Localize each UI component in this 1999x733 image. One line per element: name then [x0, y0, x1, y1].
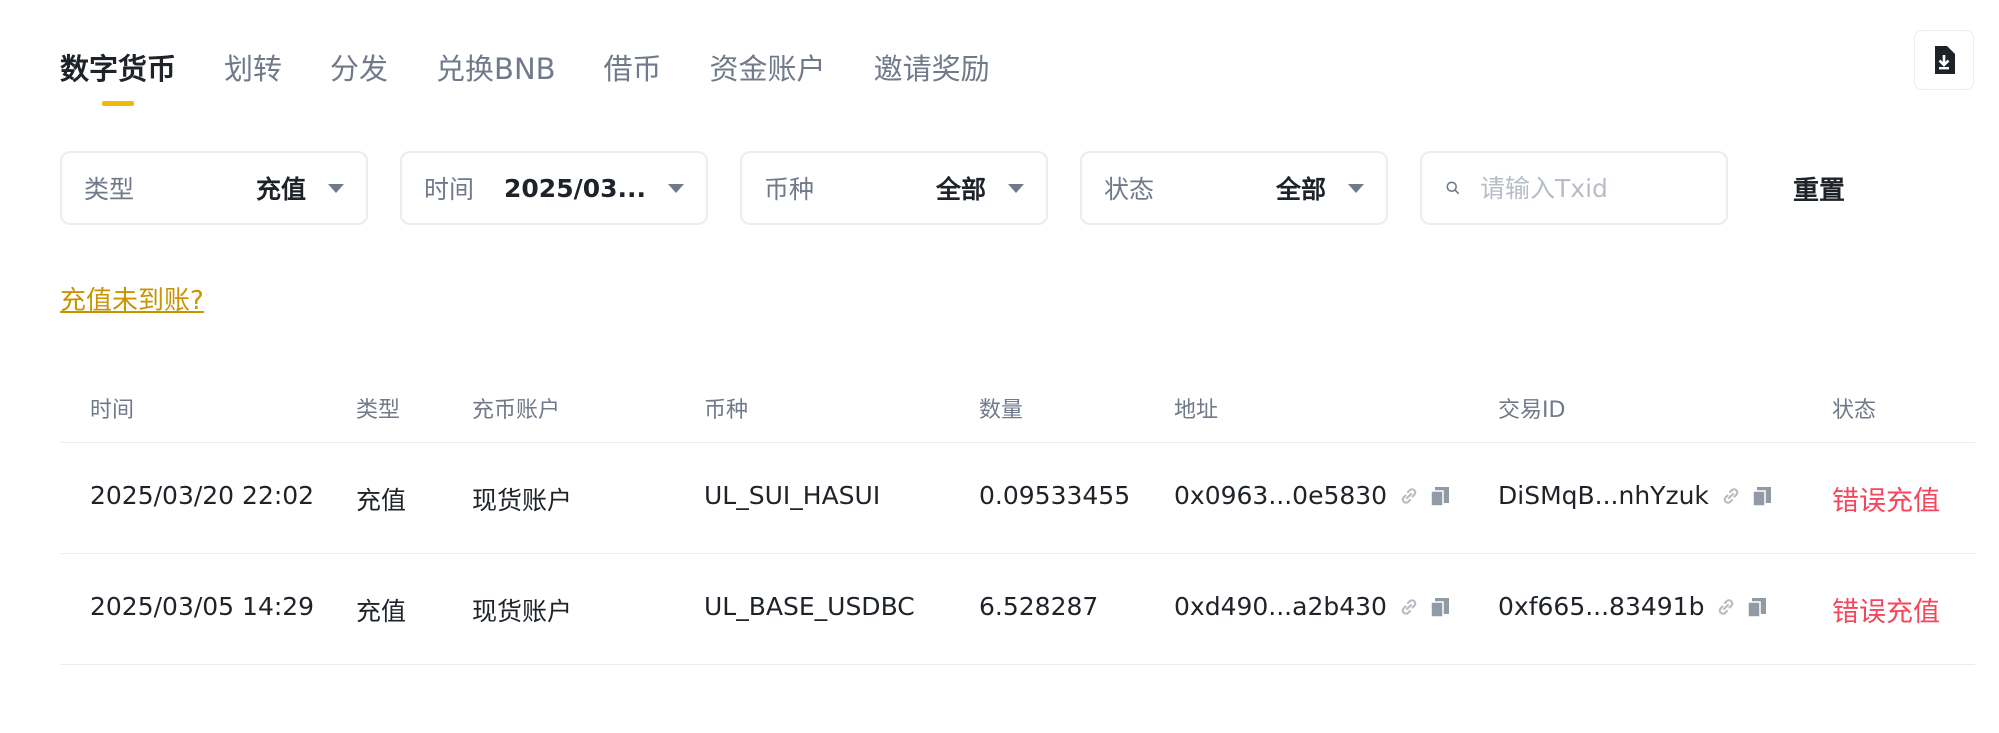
deposit-not-arrived-link[interactable]: 充值未到账? — [60, 280, 204, 317]
cell-address: 0xd490...a2b430 — [1174, 592, 1451, 621]
tab-referral-rewards[interactable]: 邀请奖励 — [874, 44, 990, 94]
txid-search-box[interactable] — [1420, 151, 1728, 225]
time-select-label: 时间 — [424, 175, 475, 204]
cell-txid: DiSMqB...nhYzuk — [1498, 481, 1773, 510]
tab-funding-account[interactable]: 资金账户 — [710, 44, 826, 94]
link-icon[interactable] — [1397, 595, 1421, 619]
copy-icon[interactable] — [1751, 485, 1773, 507]
column-header-time: 时间 — [90, 398, 135, 423]
link-icon[interactable] — [1397, 484, 1421, 508]
txid-text: DiSMqB...nhYzuk — [1498, 481, 1709, 510]
cell-time: 2025/03/05 14:29 — [90, 592, 315, 621]
filter-bar: 类型 充值 时间 2025/03... 币种 全部 状态 全部 — [60, 151, 1728, 225]
download-file-icon — [1935, 46, 1955, 74]
coin-select-label: 币种 — [764, 175, 815, 204]
time-select-value: 2025/03... — [504, 173, 647, 203]
column-header-txid: 交易ID — [1498, 398, 1566, 423]
column-header-account: 充币账户 — [472, 398, 561, 423]
caret-down-icon — [328, 183, 344, 193]
address-text: 0x0963...0e5830 — [1174, 481, 1388, 510]
cell-coin: UL_BASE_USDBC — [704, 592, 915, 621]
coin-select-value: 全部 — [935, 175, 986, 204]
deposit-history-table: 时间 类型 充币账户 币种 数量 地址 交易ID 状态 2025/03/20 2… — [60, 380, 1975, 665]
column-header-amount: 数量 — [979, 398, 1024, 423]
tab-bar: 数字货币 划转 分发 兑换BNB 借币 资金账户 邀请奖励 — [60, 44, 1038, 94]
copy-icon[interactable] — [1746, 596, 1768, 618]
table-row: 2025/03/20 22:02 充值 现货账户 UL_SUI_HASUI 0.… — [60, 443, 1975, 554]
copy-icon[interactable] — [1429, 485, 1451, 507]
tab-convert-bnb[interactable]: 兑换BNB — [436, 44, 555, 94]
column-header-status: 状态 — [1832, 398, 1877, 423]
copy-icon[interactable] — [1429, 596, 1451, 618]
link-icon[interactable] — [1719, 484, 1743, 508]
caret-down-icon — [1348, 183, 1364, 193]
caret-down-icon — [1008, 183, 1024, 193]
time-select[interactable]: 时间 2025/03... — [400, 151, 708, 225]
address-text: 0xd490...a2b430 — [1174, 592, 1387, 621]
tab-transfer[interactable]: 划转 — [224, 44, 282, 94]
cell-type: 充值 — [356, 597, 407, 626]
table-header: 时间 类型 充币账户 币种 数量 地址 交易ID 状态 — [60, 380, 1975, 443]
cell-txid: 0xf665...83491b — [1498, 592, 1768, 621]
cell-account: 现货账户 — [472, 486, 573, 515]
caret-down-icon — [668, 183, 684, 193]
status-select-label: 状态 — [1104, 175, 1155, 204]
column-header-address: 地址 — [1174, 398, 1219, 423]
table-row: 2025/03/05 14:29 充值 现货账户 UL_BASE_USDBC 6… — [60, 554, 1975, 665]
column-header-coin: 币种 — [704, 398, 749, 423]
cell-amount: 6.528287 — [979, 592, 1099, 621]
reset-button[interactable]: 重置 — [1793, 170, 1845, 207]
cell-coin: UL_SUI_HASUI — [704, 481, 881, 510]
txid-text: 0xf665...83491b — [1498, 592, 1705, 621]
status-select[interactable]: 状态 全部 — [1080, 151, 1388, 225]
tab-borrow[interactable]: 借币 — [604, 44, 662, 94]
type-select-value: 充值 — [255, 175, 306, 204]
status-select-value: 全部 — [1275, 175, 1326, 204]
column-header-type: 类型 — [356, 398, 401, 423]
cell-address: 0x0963...0e5830 — [1174, 481, 1451, 510]
status-badge: 错误充值 — [1832, 597, 1940, 628]
cell-account: 现货账户 — [472, 597, 573, 626]
status-badge: 错误充值 — [1832, 486, 1940, 517]
cell-amount: 0.09533455 — [979, 481, 1131, 510]
type-select[interactable]: 类型 充值 — [60, 151, 368, 225]
download-button[interactable] — [1914, 30, 1974, 90]
cell-time: 2025/03/20 22:02 — [90, 481, 315, 510]
txid-search-input[interactable] — [1478, 172, 1702, 204]
link-icon[interactable] — [1714, 595, 1738, 619]
tab-crypto[interactable]: 数字货币 — [60, 44, 176, 94]
coin-select[interactable]: 币种 全部 — [740, 151, 1048, 225]
cell-type: 充值 — [356, 486, 407, 515]
tab-distribution[interactable]: 分发 — [330, 44, 388, 94]
type-select-label: 类型 — [84, 175, 135, 204]
search-icon — [1446, 181, 1460, 195]
